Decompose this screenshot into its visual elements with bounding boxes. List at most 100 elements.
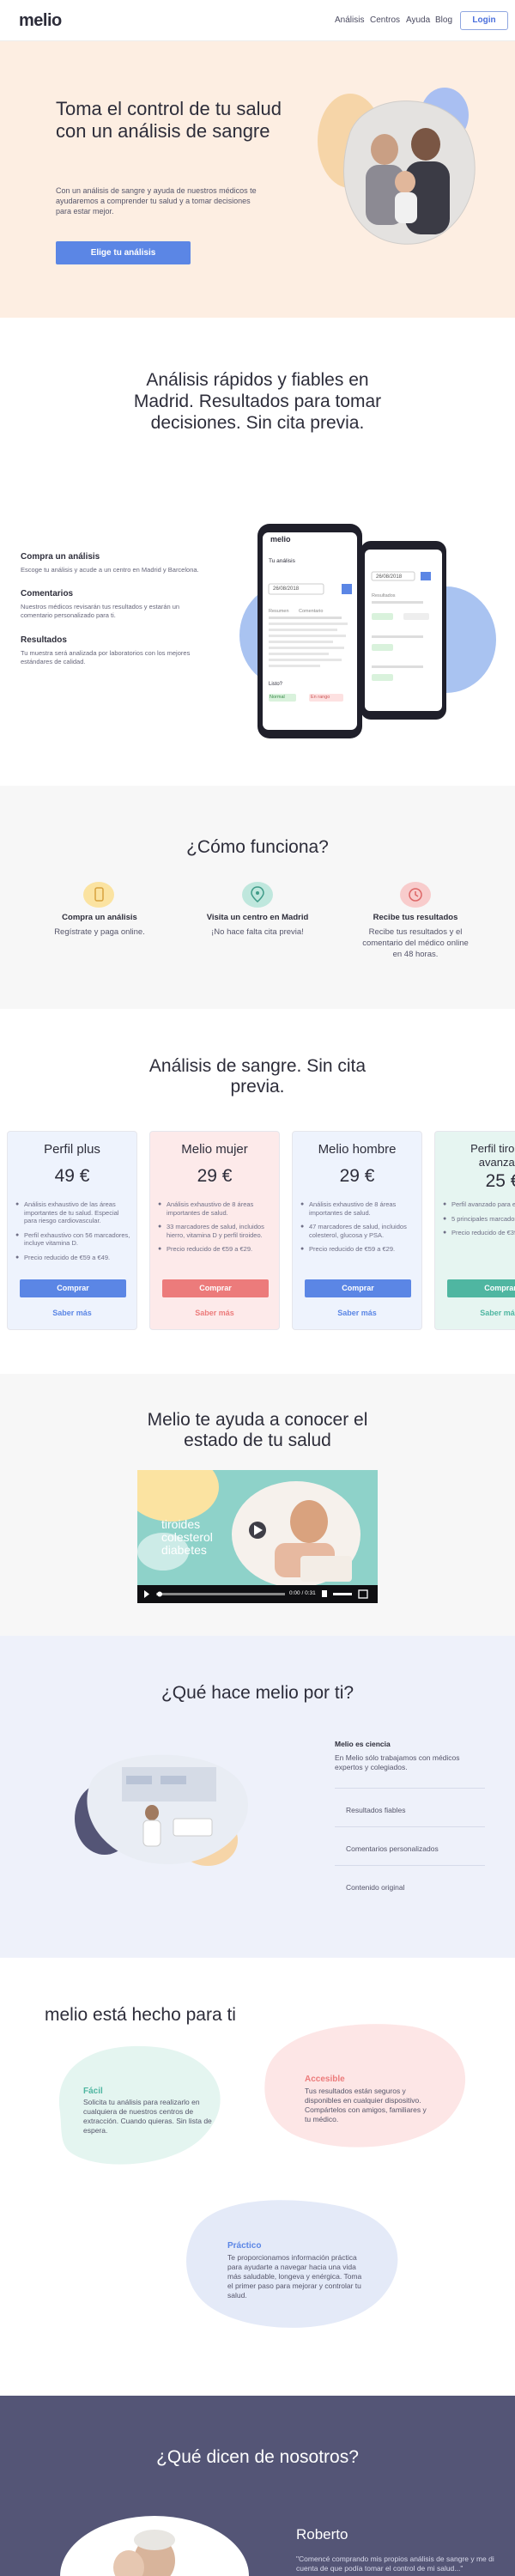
app-phones-illustration: [239, 524, 496, 738]
product-card: Perfil tiroideo avanzado 25 € Perfil ava…: [434, 1131, 515, 1330]
learn-more-link[interactable]: Saber más: [293, 1309, 421, 1317]
card-feature: Análisis exhaustivo de 8 áreas important…: [300, 1200, 415, 1217]
buy-button[interactable]: Comprar: [20, 1279, 126, 1297]
accordion-item[interactable]: Contenido original: [346, 1883, 405, 1892]
accordion-open-title[interactable]: Melio es ciencia: [335, 1740, 391, 1748]
phone-section-title: Tu análisis: [269, 558, 295, 564]
blob-text: Solicita tu análisis para realizarlo en …: [83, 2098, 212, 2135]
video-player[interactable]: tiroides colesterol diabetes 0:00 / 0:31: [137, 1470, 378, 1603]
lab-photo: [75, 1754, 248, 1866]
card-title: Perfil plus: [44, 1142, 100, 1157]
tagline-section: Análisis rápidos y fiables en Madrid. Re…: [0, 318, 515, 502]
phone-tab-comentario[interactable]: Comentario: [299, 609, 323, 614]
how-it-works-title: ¿Cómo funciona?: [186, 837, 329, 857]
step-title: Recibe tus resultados: [373, 913, 458, 922]
card-feature: Análisis exhaustivo de 8 áreas important…: [158, 1200, 273, 1217]
what-melio-does-title: ¿Qué hace melio por ti?: [161, 1683, 354, 1703]
buy-button[interactable]: Comprar: [447, 1279, 515, 1297]
divider: [335, 1826, 485, 1827]
location-icon: [242, 882, 273, 908]
card-price: 29 €: [197, 1166, 233, 1186]
buy-button[interactable]: Comprar: [162, 1279, 269, 1297]
phone-date: 26/08/2018: [273, 586, 300, 592]
card-features: Análisis exhaustivo de 8 áreas important…: [158, 1200, 273, 1260]
feature-text: Nuestros médicos revisarán tus resultado…: [21, 603, 180, 619]
card-feature: 5 principales marcadores de tiroides.: [443, 1215, 515, 1224]
card-price: 29 €: [339, 1166, 375, 1186]
card-feature: Precio reducido de €59 a €49.: [15, 1254, 130, 1262]
choose-analysis-button[interactable]: Elige tu análisis: [56, 241, 191, 264]
card-feature: 33 marcadores de salud, incluidos hierro…: [158, 1223, 273, 1239]
phone-date-back: 26/08/2018: [376, 574, 403, 580]
step-title: Visita un centro en Madrid: [206, 913, 309, 922]
feature-title: Resultados: [21, 635, 67, 645]
video-time: 0:00 / 0:31: [289, 1590, 316, 1596]
video-word: diabetes: [161, 1543, 207, 1557]
feature-title: Compra un análisis: [21, 552, 100, 562]
hero-family-photo: [318, 88, 476, 245]
phone-value-range: En rango: [311, 695, 330, 700]
buy-button[interactable]: Comprar: [305, 1279, 411, 1297]
made-for-you-section: melio está hecho para ti Fácil Solicita …: [0, 1958, 515, 2396]
nav-blog[interactable]: Blog: [435, 15, 452, 25]
card-feature: Precio reducido de €39 a €25.: [443, 1229, 515, 1237]
divider: [335, 1788, 485, 1789]
product-card: Melio hombre 29 € Análisis exhaustivo de…: [292, 1131, 422, 1330]
hero-text: Con un análisis de sangre y ayuda de nue…: [56, 186, 257, 216]
nav-ayuda[interactable]: Ayuda: [406, 15, 430, 25]
features-section: Compra un análisis Escoge tu análisis y …: [0, 502, 515, 786]
feature-text: Escoge tu análisis y acude a un centro e…: [21, 566, 199, 574]
testimonial-quote: "Comencé comprando mis propios análisis …: [296, 2555, 494, 2573]
learn-more-link[interactable]: Saber más: [435, 1309, 515, 1317]
card-feature: Perfil avanzado para el tiroides.: [443, 1200, 515, 1209]
divider: [335, 1865, 485, 1866]
blob-text: Tus resultados están seguros y disponibl…: [305, 2087, 427, 2123]
card-features: Análisis exhaustivo de 8 áreas important…: [300, 1200, 415, 1260]
video-title: Melio te ayuda a conocer el estado de tu…: [147, 1410, 368, 1450]
analysis-title: Análisis de sangre. Sin cita previa.: [148, 1056, 367, 1097]
card-feature: Precio reducido de €59 a €29.: [300, 1245, 415, 1254]
tagline-text: Análisis rápidos y fiables en Madrid. Re…: [133, 370, 382, 433]
accordion-item[interactable]: Resultados fiables: [346, 1806, 405, 1814]
nav-analisis[interactable]: Análisis: [335, 15, 364, 25]
hero-section: Toma el control de tu salud con un análi…: [0, 41, 515, 318]
feature-title: Comentarios: [21, 589, 74, 598]
testimonials-section: ¿Qué dicen de nosotros? Roberto "Comencé…: [0, 2396, 515, 2576]
testimonials-title: ¿Qué dicen de nosotros?: [156, 2447, 359, 2467]
video-section: Melio te ayuda a conocer el estado de tu…: [0, 1374, 515, 1636]
card-features: Perfil avanzado para el tiroides. 5 prin…: [443, 1200, 515, 1243]
feature-text: Tu muestra será analizada por laboratori…: [21, 649, 191, 665]
phone-logo: melio: [270, 535, 291, 544]
phone-tab-resultados[interactable]: Resultados: [372, 593, 396, 598]
step-text: Regístrate y paga online.: [54, 927, 145, 937]
card-features: Análisis exhaustivo de las áreas importa…: [15, 1200, 130, 1267]
blob-shapes: [58, 2024, 466, 2328]
card-feature: Análisis exhaustivo de las áreas importa…: [15, 1200, 130, 1225]
step-title: Compra un análisis: [62, 913, 137, 922]
site-header: melio Análisis Centros Ayuda Blog Login: [0, 0, 515, 41]
phone-tab-resumen[interactable]: Resumen: [269, 609, 289, 614]
card-feature: Perfil exhaustivo con 56 marcadores, inc…: [15, 1231, 130, 1248]
hero-title: Toma el control de tu salud con un análi…: [56, 98, 282, 142]
accordion-open-text: En Melio sólo trabajamos con médicos exp…: [335, 1753, 460, 1771]
video-word: colesterol: [161, 1530, 213, 1544]
what-melio-does-section: ¿Qué hace melio por ti? Melio es ciencia…: [0, 1636, 515, 1958]
card-title: Melio mujer: [181, 1142, 248, 1157]
blob-title: Fácil: [83, 2087, 103, 2096]
login-button[interactable]: Login: [460, 11, 508, 30]
phone-ready: Listo?: [269, 682, 283, 687]
accordion-item[interactable]: Comentarios personalizados: [346, 1844, 439, 1853]
nav-centros[interactable]: Centros: [370, 15, 400, 25]
how-it-works-section: ¿Cómo funciona? Compra un análisis Regís…: [0, 786, 515, 1009]
learn-more-link[interactable]: Saber más: [8, 1309, 136, 1317]
card-title: Perfil tiroideo avanzado: [470, 1142, 515, 1169]
phone-icon: [83, 882, 114, 908]
blob-text: Te proporcionamos información práctica p…: [227, 2253, 362, 2300]
testimonial-name: Roberto: [296, 2526, 348, 2543]
learn-more-link[interactable]: Saber más: [150, 1309, 279, 1317]
melio-logo[interactable]: melio: [19, 11, 62, 31]
blob-title: Práctico: [227, 2241, 262, 2251]
step-text: ¡No hace falta cita previa!: [211, 927, 304, 937]
card-feature: 47 marcadores de salud, incluidos colest…: [300, 1223, 415, 1239]
step-text: Recibe tus resultados y el comentario de…: [362, 927, 469, 959]
